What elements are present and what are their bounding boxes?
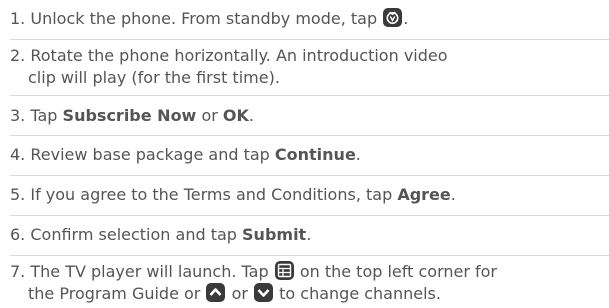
step-text-end: . [306,225,312,244]
step-1: 1. Unlock the phone. From standby mode, … [10,0,609,40]
step-text-or: or [201,106,218,125]
step-number: 5. [10,185,26,204]
step-text: Tap [30,106,58,125]
step-7: 7. The TV player will launch. Tap on the… [10,256,609,308]
step-3-line: 3. Tap Subscribe Now or OK. [10,106,254,126]
step-5-line: 5. If you agree to the Terms and Conditi… [10,185,456,205]
step-text: Rotate the phone horizontally. An introd… [30,46,448,65]
continue-label: Continue [274,145,356,164]
step-7-line-2: the Program Guide or or to change channe… [28,283,441,304]
ok-label: OK [222,106,249,125]
step-text-end: . [248,106,254,125]
step-text-end: . [450,185,456,204]
step-2: 2. Rotate the phone horizontally. An int… [10,40,609,96]
step-5: 5. If you agree to the Terms and Conditi… [10,176,609,216]
channel-up-icon [206,283,226,302]
step-text: If you agree to the Terms and Conditions… [30,185,393,204]
step-number: 4. [10,145,26,164]
submit-label: Submit [242,225,307,244]
step-text-end: to change channels. [279,284,441,303]
step-text: the Program Guide or [28,284,201,303]
subscribe-now-label: Subscribe Now [62,106,197,125]
step-6-line: 6. Confirm selection and tap Submit. [10,225,311,245]
step-7-line-1: 7. The TV player will launch. Tap on the… [10,261,497,282]
step-number: 3. [10,106,26,125]
program-guide-icon [274,261,294,280]
step-text: Unlock the phone. From standby mode, tap [30,9,378,28]
step-number: 6. [10,225,26,244]
step-text-after-icon: on the top left corner for [299,262,498,281]
step-number: 2. [10,46,26,65]
step-1-line: 1. Unlock the phone. From standby mode, … [10,8,408,29]
step-number: 7. [10,262,26,281]
step-3: 3. Tap Subscribe Now or OK. [10,96,609,136]
step-text: The TV player will launch. Tap [30,262,269,281]
step-text: Confirm selection and tap [30,225,237,244]
step-text-end: . [403,9,409,28]
step-4: 4. Review base package and tap Continue. [10,136,609,176]
agree-label: Agree [397,185,451,204]
step-4-line: 4. Review base package and tap Continue. [10,145,361,165]
step-2-line-2: clip will play (for the first time). [28,68,280,87]
step-6: 6. Confirm selection and tap Submit. [10,216,609,256]
instruction-steps: 1. Unlock the phone. From standby mode, … [0,0,609,308]
tv-app-icon [383,8,403,27]
step-2-line-1: 2. Rotate the phone horizontally. An int… [10,46,448,66]
step-text: Review base package and tap [30,145,270,164]
step-text-end: . [355,145,361,164]
step-text-or: or [231,284,248,303]
channel-down-icon [254,283,274,302]
step-number: 1. [10,9,26,28]
